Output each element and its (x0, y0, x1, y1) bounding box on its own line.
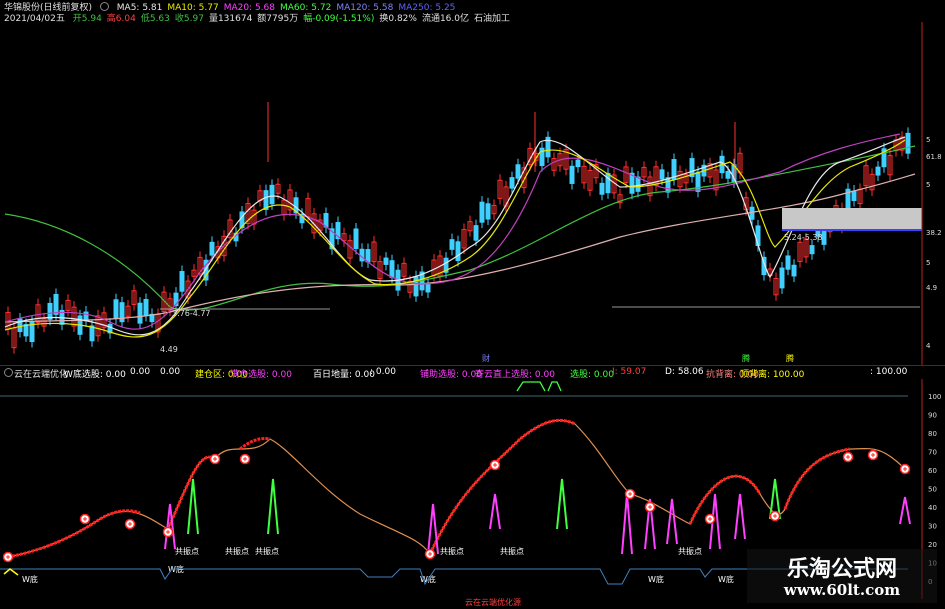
axis-tick-label: 20 (928, 541, 937, 549)
marker-teng: 腾 (742, 353, 750, 363)
candle-body (755, 225, 761, 247)
candle-body (179, 271, 185, 292)
w-label: W底 (22, 574, 38, 584)
axis-tick-label: 4 (926, 342, 931, 350)
candle-body (749, 206, 755, 220)
w-label: W底 (648, 574, 664, 584)
candle-body (389, 260, 395, 278)
axis-tick-label: 5 (926, 259, 930, 267)
ma20-line (4, 133, 901, 330)
marker-cai: 财 (482, 353, 490, 363)
price-annotation: 5.24-5.38 (784, 233, 823, 242)
indicator-value: : 100.00 (870, 367, 908, 377)
candle-body (875, 166, 881, 176)
price-annotation: 4.49 (160, 345, 178, 354)
price-annotation: 3.76-4.77 (172, 309, 211, 318)
candle-body (569, 165, 575, 184)
axis-tick-label: 4.9 (926, 284, 937, 292)
candle-body (353, 228, 359, 249)
candle-body (479, 201, 485, 223)
axis-tick-label: 5 (926, 181, 930, 189)
candle-body (905, 132, 911, 154)
gear-icon[interactable] (99, 2, 109, 11)
axis-tick-label: 80 (928, 430, 937, 438)
axis-tick-label: 61.8 (926, 153, 942, 161)
watermark-title: 乐淘公式网 (786, 557, 897, 582)
candle-body (791, 264, 797, 277)
resistance-zone (782, 208, 922, 230)
candle-body (599, 182, 605, 195)
indicator-value: 0.00 (130, 367, 151, 377)
axis-tick-label: 90 (928, 412, 937, 420)
candle-body (473, 225, 479, 241)
buy-label: 共振点 (255, 546, 279, 556)
candle-body (605, 172, 611, 194)
watermark: 乐淘公式网 www.60lt.com (747, 549, 937, 603)
indicator-value: : 0.00 (370, 367, 396, 377)
w-label: W底 (718, 574, 734, 584)
candle-body (89, 325, 95, 342)
candle-body (449, 239, 455, 250)
candle-body (47, 302, 53, 320)
axis-tick-label: 50 (928, 486, 937, 494)
candle-body (383, 257, 389, 265)
axis-tick-label: 60 (928, 467, 937, 475)
candle-body (425, 283, 431, 293)
signal-spikes (164, 478, 911, 555)
candle-body (809, 245, 815, 255)
watermark-url: www.60lt.com (783, 581, 901, 599)
candle-body (515, 164, 521, 179)
ohlc-bar: 2021/04/02五 开5.94 高6.04 低5.63 收5.97 量131674 额… (4, 11, 520, 24)
axis-tick-label: 70 (928, 449, 937, 457)
candle-body (635, 176, 641, 192)
candle-body (779, 267, 785, 289)
candle-body (269, 184, 275, 205)
buy-label: 共振点 (440, 546, 464, 556)
candle-body (53, 293, 59, 315)
kdj-curve (7, 419, 906, 558)
marker-teng: 腾 (786, 353, 794, 363)
axis-tick-label: 100 (928, 393, 941, 401)
candle-body (785, 255, 791, 270)
buy-label: 共振点 (225, 546, 249, 556)
indicator-value: D: 58.06 (665, 367, 704, 377)
price-axis: 5 61.8 5 38.2 5 4.9 4 (926, 136, 942, 350)
axis-tick-label: 30 (928, 523, 937, 531)
buy-label: 共振点 (500, 546, 524, 556)
candle-body (509, 177, 515, 189)
candle-body (575, 159, 581, 168)
buy-label: 共振点 (175, 546, 199, 556)
bottom-caption: 云在云端优化源 (465, 597, 521, 607)
candle-body (659, 169, 665, 180)
green-pulse (516, 381, 562, 392)
candle-body (665, 177, 671, 193)
candle-body (413, 276, 419, 297)
axis-tick-label: 5 (926, 136, 930, 144)
axis-tick-label: 40 (928, 504, 937, 512)
candle-body (113, 299, 119, 319)
indicator-value: J: 59.07 (612, 367, 647, 377)
indicator-value: 0.00 (160, 367, 181, 377)
candle-body (485, 203, 491, 220)
candle-body (209, 241, 215, 256)
price-chart[interactable]: 3.76-4.77 5.24-5.38 4.49 5 61.8 5 38.2 5 4.9 4… (0, 22, 945, 365)
yellow-marker (3, 568, 19, 576)
candle-body (725, 170, 731, 179)
axis-tick-label: 38.2 (926, 229, 942, 237)
title-bar: 华锦股份(日线前复权) MA5: 5.81 MA10: 5.77 MA20: 5.6… (4, 0, 465, 13)
candle-body (143, 299, 149, 316)
candle-body (455, 241, 461, 262)
candle-body (137, 302, 143, 324)
candle-body (851, 190, 857, 202)
buy-label: 共振点 (678, 546, 702, 556)
indicator-info-bar: 云在云端优化 W底选股: 0.00 0.00 0.00 建仓区: 0.00 满仓选股: … (0, 365, 945, 380)
